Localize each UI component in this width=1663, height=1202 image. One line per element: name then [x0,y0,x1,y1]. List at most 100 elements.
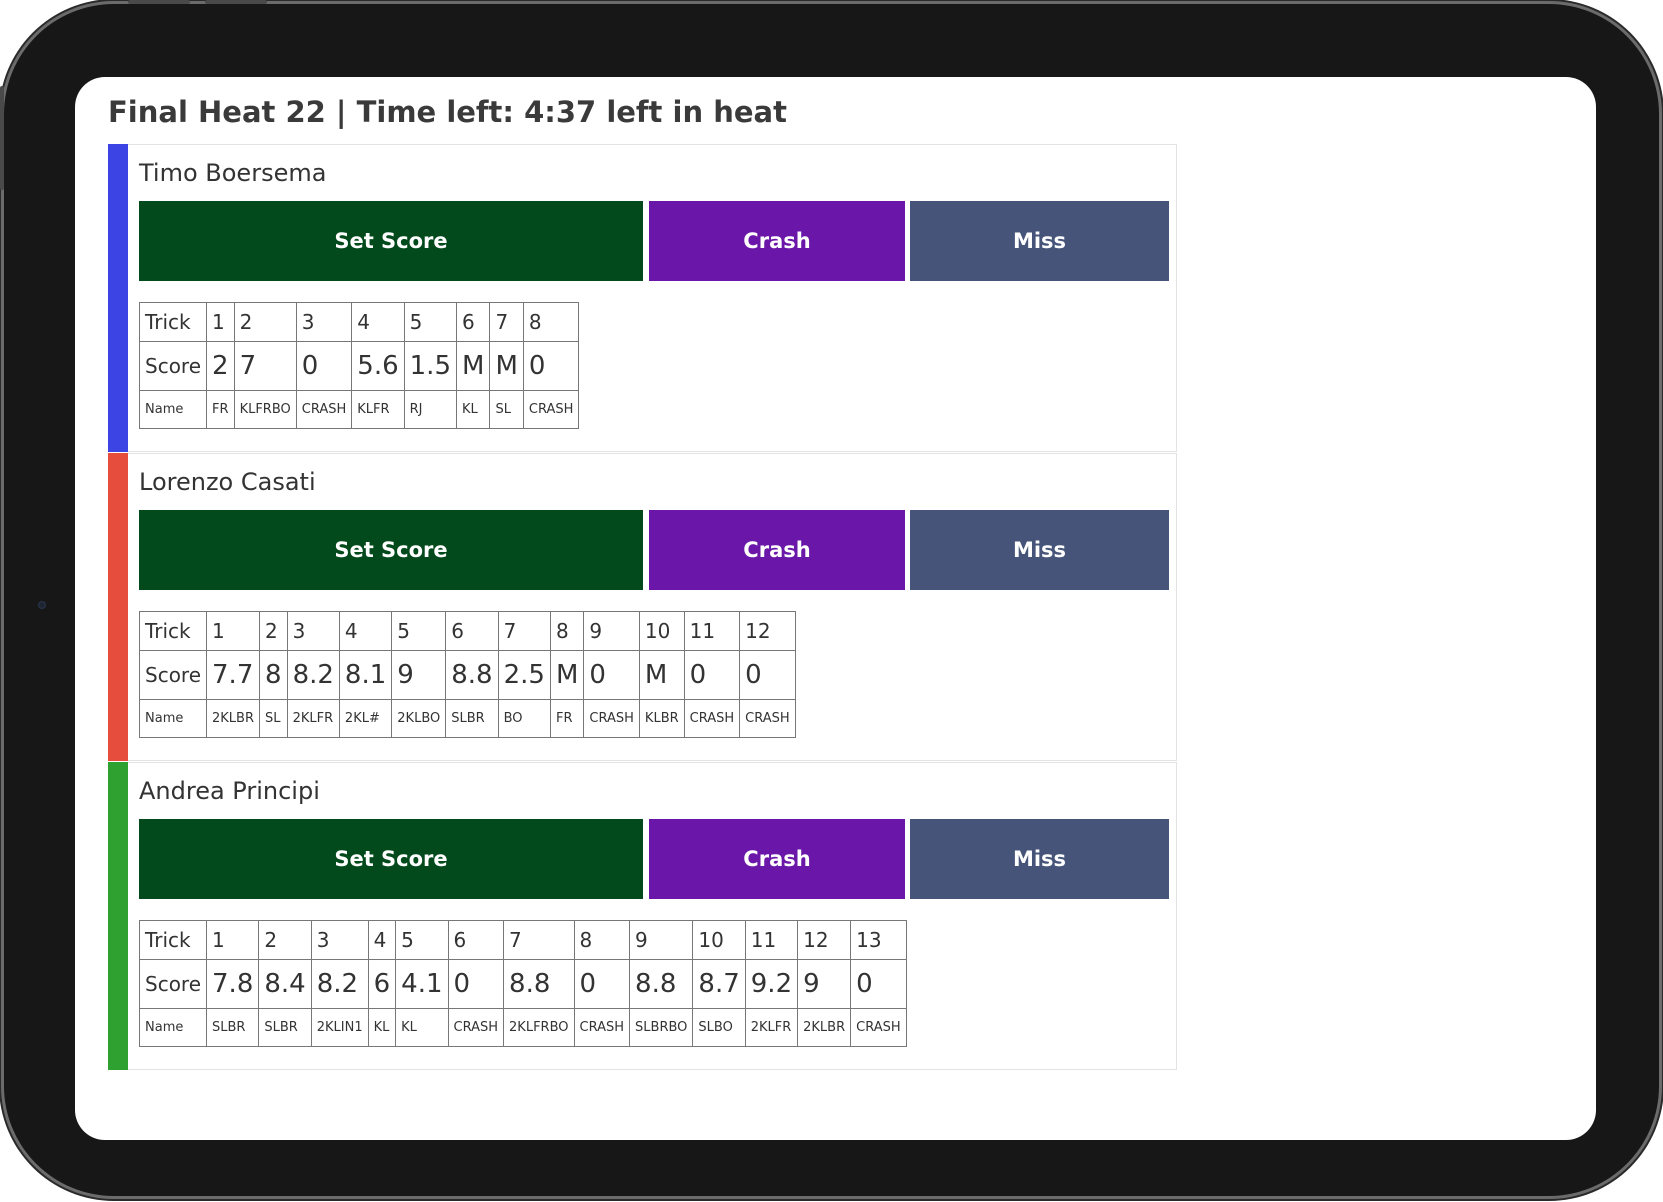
trick-number-cell: 4 [351,302,405,342]
trick-name-cell: KL [455,390,491,429]
trick-name-cell: 2KLBO [391,699,447,738]
trick-table-name-row: Name FR KLFRBO CRASH KLFR RJ KL SL CRASH [138,390,580,429]
trick-score-cell: M [549,650,585,700]
trick-name-cell: 2KLFR [286,699,340,738]
trick-name-cell: CRASH [573,1008,631,1047]
page-title: Final Heat 22 | Time left: 4:37 left in … [108,95,787,129]
set-score-button[interactable]: Set Score [139,510,643,590]
set-score-button[interactable]: Set Score [139,819,643,899]
trick-number-cell: 3 [295,302,353,342]
trick-number-cell: 8 [522,302,580,342]
trick-score-cell: 2 [206,341,235,391]
trick-name-cell: SL [489,390,524,429]
trick-score-cell: 0 [573,959,631,1009]
crash-button[interactable]: Crash [649,819,905,899]
trick-table-trick-row: Trick 1 2 3 4 5 6 7 8 [138,302,580,342]
trick-name-cell: CRASH [739,699,796,738]
rider-color-bar [108,453,128,761]
trick-name-cell: 2KLBR [206,699,261,738]
trick-name-cell: SL [259,699,288,738]
trick-score-cell: 7 [233,341,297,391]
trick-score-cell: 8.1 [338,650,393,700]
trick-number-cell: 9 [583,611,640,651]
miss-button[interactable]: Miss [910,201,1169,281]
trick-number-cell: 2 [233,302,297,342]
trick-name-cell: SLBRBO [629,1008,694,1047]
trick-score-cell: 8.8 [445,650,499,700]
trick-score-cell: 0 [522,341,580,391]
trick-table-score-row: Score 7.8 8.4 8.2 6 4.1 0 8.8 0 8.8 8.7 9.2 9 0 [138,959,907,1009]
trick-name-cell: KLFRBO [233,390,297,429]
trick-score-cell: 9.2 [744,959,799,1009]
trick-score-cell: 5.6 [351,341,405,391]
trick-number-cell: 11 [744,920,799,960]
set-score-button[interactable]: Set Score [139,201,643,281]
trick-number-cell: 5 [391,611,447,651]
trick-name-cell: 2KL# [338,699,393,738]
rider-card: Timo Boersema Set Score Crash Miss Trick 1 2 3 4… [108,144,1177,452]
trick-name-cell: 2KLFRBO [503,1008,575,1047]
trick-number-cell: 1 [206,302,235,342]
trick-name-cell: CRASH [295,390,353,429]
trick-number-cell: 3 [286,611,340,651]
trick-name-cell: CRASH [583,699,640,738]
trick-number-cell: 9 [629,920,694,960]
trick-score-cell: 0 [850,959,907,1009]
trick-number-cell: 7 [497,611,551,651]
miss-button[interactable]: Miss [910,819,1169,899]
trick-score-cell: 7.7 [206,650,261,700]
trick-name-cell: FR [206,390,235,429]
trick-name-cell: KLFR [351,390,405,429]
trick-number-cell: 8 [573,920,631,960]
trick-name-cell: KLBR [638,699,685,738]
trick-name-cell: KL [367,1008,397,1047]
trick-name-cell: 2KLIN1 [310,1008,369,1047]
tablet-frame: Final Heat 22 | Time left: 4:37 left in … [4,4,1659,1196]
trick-score-cell: 8.7 [692,959,746,1009]
trick-name-cell: FR [549,699,585,738]
trick-table-score-row: Score 7.7 8 8.2 8.1 9 8.8 2.5 M 0 M 0 0 [138,650,796,700]
trick-number-cell: 6 [455,302,491,342]
trick-name-cell: CRASH [850,1008,907,1047]
top-button-right [205,0,267,4]
name-row-label: Name [138,1008,208,1047]
trick-number-cell: 8 [549,611,585,651]
trick-number-cell: 10 [692,920,746,960]
rider-card: Andrea Principi Set Score Crash Miss Trick 1 2… [108,762,1177,1070]
trick-name-cell: CRASH [522,390,580,429]
trick-score-cell: 8.4 [258,959,312,1009]
trick-table: Trick 1 2 3 4 5 6 7 8 9 10 11 12 Score 7.7 8 8.2 8.1 9 8.8 2… [138,611,796,738]
trick-number-cell: 5 [395,920,449,960]
front-camera [38,601,46,609]
trick-number-cell: 5 [403,302,458,342]
crash-button[interactable]: Crash [649,510,905,590]
trick-score-cell: 8.8 [503,959,575,1009]
trick-score-cell: M [638,650,685,700]
trick-number-cell: 6 [445,611,499,651]
trick-name-cell: CRASH [447,1008,505,1047]
trick-name-cell: SLBR [206,1008,260,1047]
trick-score-cell: 0 [295,341,353,391]
trick-number-cell: 4 [338,611,393,651]
trick-row-label: Trick [138,611,208,651]
trick-number-cell: 4 [367,920,397,960]
trick-score-cell: 0 [683,650,741,700]
trick-number-cell: 13 [850,920,907,960]
trick-score-cell: M [455,341,491,391]
trick-name-cell: 2KLFR [744,1008,799,1047]
app-screen: Final Heat 22 | Time left: 4:37 left in … [75,77,1596,1140]
trick-score-cell: 1.5 [403,341,458,391]
trick-name-cell: SLBR [258,1008,312,1047]
trick-score-cell: 8.8 [629,959,694,1009]
trick-score-cell: 9 [391,650,447,700]
name-row-label: Name [138,390,208,429]
miss-button[interactable]: Miss [910,510,1169,590]
side-button [0,86,4,190]
trick-score-cell: 2.5 [497,650,551,700]
trick-number-cell: 1 [206,611,261,651]
trick-table-name-row: Name SLBR SLBR 2KLIN1 KL KL CRASH 2KLFRBO CRASH S… [138,1008,907,1047]
name-row-label: Name [138,699,208,738]
trick-score-cell: 8 [259,650,288,700]
crash-button[interactable]: Crash [649,201,905,281]
trick-number-cell: 2 [259,611,288,651]
